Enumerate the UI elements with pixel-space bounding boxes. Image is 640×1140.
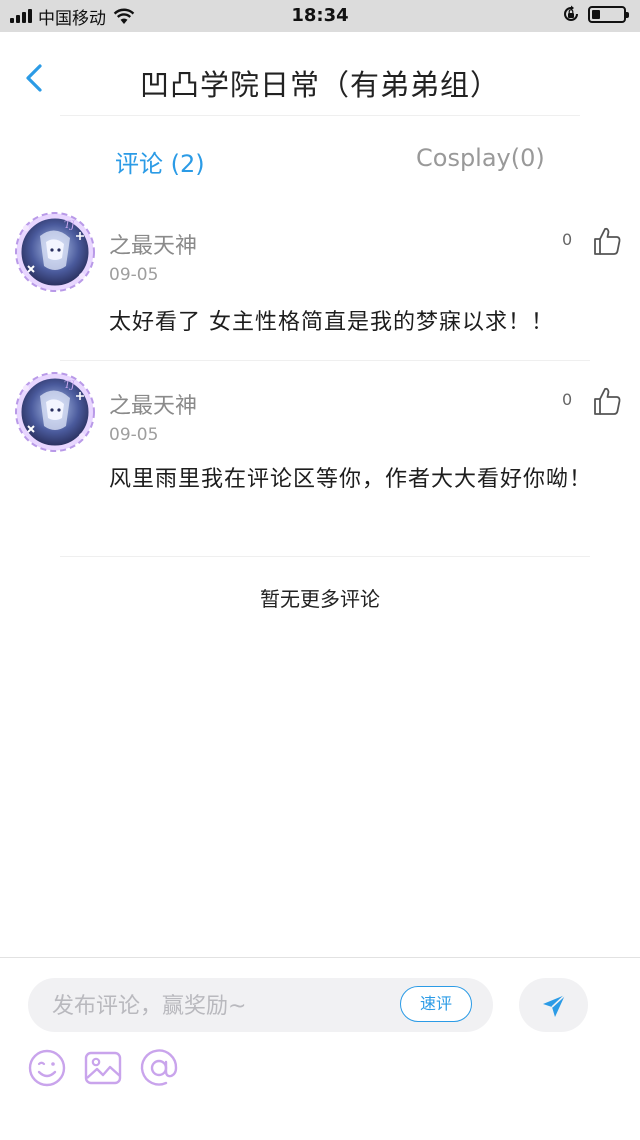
comment-date: 09-05	[109, 265, 159, 285]
comment-divider	[60, 556, 590, 557]
like-count: 0	[562, 390, 573, 409]
page-title: 凹凸学院日常（有弟弟组）	[139, 68, 500, 102]
thumbs-up-icon[interactable]	[592, 386, 622, 416]
comment-composer: 速评	[0, 957, 640, 1140]
avatar[interactable]: TJ	[12, 206, 98, 292]
emoji-icon[interactable]	[27, 1048, 67, 1088]
battery-icon	[588, 5, 629, 23]
rotation-lock-icon	[564, 5, 578, 21]
status-time: 18:34	[291, 5, 349, 26]
send-icon	[543, 994, 566, 1017]
comment-text: 风里雨里我在评论区等你，作者大大看好你呦！	[109, 467, 593, 492]
comment-date: 09-05	[109, 425, 159, 445]
tab-bar: 评论 (2) Cosplay(0)	[0, 130, 640, 190]
tab-comments[interactable]: 评论 (2)	[115, 144, 205, 179]
comment-author[interactable]: 之最天神	[109, 228, 197, 260]
image-icon[interactable]	[83, 1048, 123, 1088]
mention-icon[interactable]	[139, 1048, 179, 1088]
tab-cosplay[interactable]: Cosplay(0)	[416, 144, 545, 172]
comment-text: 太好看了 女主性格简直是我的梦寐以求！！	[109, 310, 554, 335]
status-right	[562, 5, 629, 23]
comment-input-wrapper: 速评	[28, 978, 493, 1034]
header-divider	[60, 115, 580, 116]
svg-text:TJ: TJ	[64, 220, 76, 231]
svg-text:TJ: TJ	[64, 380, 76, 391]
like-count: 0	[562, 230, 573, 249]
avatar[interactable]: TJ	[12, 366, 98, 452]
thumbs-up-icon[interactable]	[592, 226, 622, 256]
send-button[interactable]	[519, 978, 588, 1032]
quick-comment-button[interactable]: 速评	[400, 986, 472, 1022]
header: 凹凸学院日常（有弟弟组）	[0, 32, 640, 116]
comment-item: TJ 之最天神 09-05 太好看了 女主性格简直是我的梦寐以求！！ 0	[0, 200, 640, 360]
comment-input[interactable]	[50, 978, 384, 1034]
comment-item: TJ 之最天神 09-05 风里雨里我在评论区等你，作者大大看好你呦！ 0	[0, 360, 640, 556]
status-bar: 中国移动 18:34	[0, 0, 640, 32]
no-more-comments: 暂无更多评论	[260, 587, 380, 611]
comment-author[interactable]: 之最天神	[109, 388, 197, 420]
